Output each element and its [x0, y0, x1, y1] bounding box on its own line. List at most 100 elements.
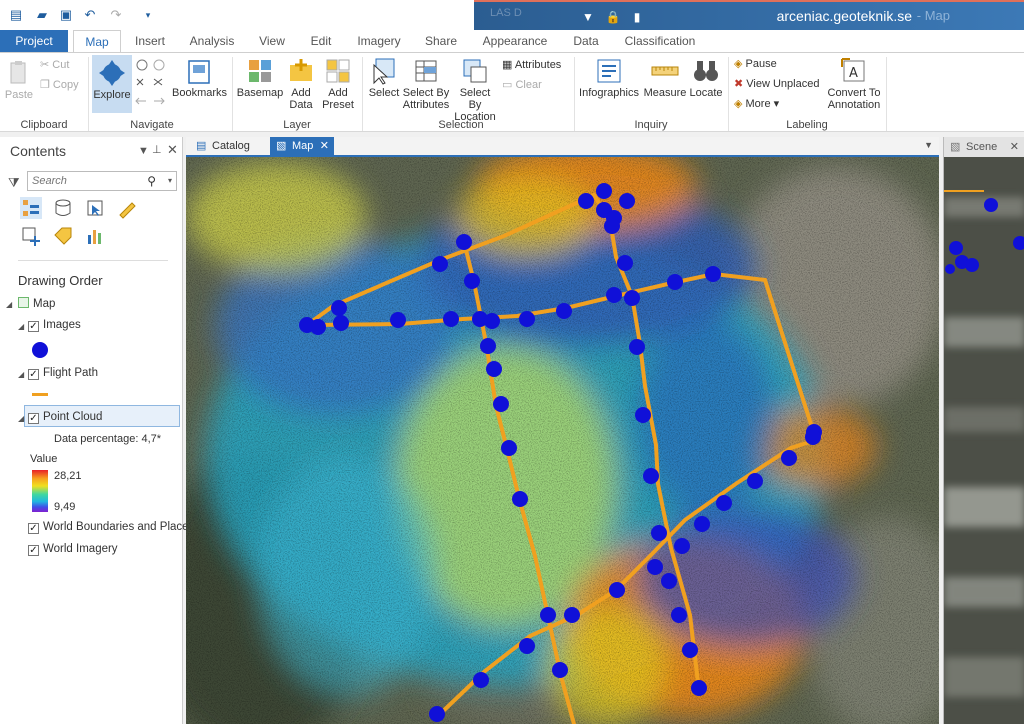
select-button[interactable]: Select — [366, 55, 402, 99]
dropdown-icon[interactable]: ▼ — [580, 9, 596, 25]
add-data-icon — [290, 59, 312, 81]
images-checkbox[interactable]: ✓ — [28, 321, 39, 332]
list-by-source-icon[interactable] — [52, 197, 74, 219]
cut-button[interactable]: ✂ Cut — [40, 59, 69, 72]
close-tab-icon[interactable]: ✕ — [320, 137, 329, 155]
locate-button[interactable]: Locate — [688, 55, 724, 99]
tab-list-dropdown-icon[interactable]: ▼ — [924, 140, 933, 150]
redo-icon[interactable]: ↷ — [108, 7, 124, 23]
search-box[interactable]: ⚲ ▾ — [27, 171, 177, 191]
map-view-icon: ▧ — [276, 140, 287, 152]
more-icon: ◈ — [734, 98, 746, 110]
map-canvas[interactable] — [186, 157, 939, 724]
ribbon-tabs: Project Map Insert Analysis View Edit Im… — [0, 30, 1024, 53]
paste-label: Paste — [4, 89, 34, 101]
list-by-editing-icon[interactable] — [116, 197, 138, 219]
bookmarks-button[interactable]: Bookmarks — [172, 55, 228, 99]
paste-button[interactable]: Paste — [4, 59, 34, 101]
layer-point-cloud[interactable]: ✓ Point Cloud — [28, 411, 102, 424]
tab-classification[interactable]: Classification — [618, 30, 702, 52]
data-percentage-text: Data percentage: 4,7* — [54, 433, 162, 445]
customize-qat-icon[interactable]: ▾ — [140, 7, 156, 23]
dropdown-icon[interactable]: ▼ — [138, 145, 149, 157]
close-scene-icon[interactable]: ✕ — [1010, 137, 1019, 157]
select-by-attributes-icon — [415, 60, 437, 82]
tab-share[interactable]: Share — [418, 30, 464, 52]
tab-insert[interactable]: Insert — [128, 30, 172, 52]
filter-icon[interactable]: ⧩ — [8, 175, 20, 191]
undo-icon[interactable]: ↶ — [82, 7, 98, 23]
close-icon[interactable]: ✕ — [167, 142, 178, 158]
select-by-location-icon — [463, 59, 487, 83]
copy-label: Copy — [52, 79, 79, 91]
expand-caret-icon[interactable]: ◢ — [6, 300, 12, 309]
tab-edit[interactable]: Edit — [302, 30, 340, 52]
catalog-icon: ▤ — [196, 140, 207, 152]
tab-data[interactable]: Data — [566, 30, 606, 52]
convert-to-annotation-button[interactable]: A Convert To Annotation — [824, 55, 884, 111]
layer-images[interactable]: ✓ Images — [28, 319, 81, 332]
tab-scene[interactable]: ▧ Scene ✕ — [944, 137, 1024, 157]
layer-flight-path[interactable]: ✓ Flight Path — [28, 367, 98, 380]
pause-label: Pause — [745, 58, 777, 70]
add-data-button[interactable]: Add Data — [284, 55, 318, 111]
signal-icon: ▮ — [633, 10, 641, 24]
contents-pane: Contents ▼ ⊥ ✕ ⧩ ⚲ ▾ Drawing Order ◢ Map… — [0, 137, 194, 724]
copy-button[interactable]: ❐ Copy — [40, 79, 79, 92]
pin-icon[interactable]: ⊥ — [152, 143, 162, 156]
navigate-small-tools[interactable] — [134, 57, 168, 111]
expand-caret-icon[interactable]: ◢ — [18, 370, 24, 379]
scene-view[interactable] — [944, 157, 1024, 724]
group-label-clipboard: Clipboard — [20, 119, 68, 131]
attributes-button[interactable]: ▦ Attributes — [502, 59, 561, 72]
tab-appearance[interactable]: Appearance — [476, 30, 554, 52]
open-folder-icon[interactable]: ▰ — [34, 7, 50, 23]
basemap-button[interactable]: Basemap — [236, 55, 284, 99]
infographics-label: Infographics — [579, 87, 639, 99]
search-options-icon[interactable]: ▾ — [168, 176, 172, 185]
world-imagery-checkbox[interactable]: ✓ — [28, 545, 39, 556]
world-boundaries-checkbox[interactable]: ✓ — [28, 523, 39, 534]
pause-button[interactable]: ◈ Pause — [734, 58, 777, 71]
view-unplaced-button[interactable]: ✖ View Unplaced — [734, 78, 819, 91]
flight-path-checkbox[interactable]: ✓ — [28, 369, 39, 380]
bookmarks-label: Bookmarks — [172, 87, 228, 99]
list-by-drawing-order-icon[interactable] — [20, 197, 42, 219]
save-icon[interactable]: ▣ — [58, 7, 74, 23]
tab-map-view[interactable]: ▧ Map ✕ — [270, 137, 334, 155]
tab-imagery[interactable]: Imagery — [350, 30, 408, 52]
infographics-button[interactable]: Infographics — [578, 55, 640, 99]
more-button[interactable]: ◈ More ▾ — [734, 98, 779, 111]
tab-map[interactable]: Map — [73, 30, 121, 53]
expand-caret-icon[interactable]: ◢ — [18, 414, 24, 423]
layer-world-imagery[interactable]: ✓ World Imagery — [28, 543, 118, 556]
tab-catalog[interactable]: ▤ Catalog — [190, 137, 268, 155]
add-preset-button[interactable]: Add Preset — [320, 55, 356, 111]
layer-map[interactable]: Map — [18, 297, 55, 310]
tab-scene-label: Scene — [966, 141, 998, 153]
map-view[interactable] — [186, 157, 939, 724]
cut-icon: ✂ — [40, 59, 53, 71]
tab-project[interactable]: Project — [0, 30, 68, 52]
search-input[interactable] — [28, 172, 146, 190]
list-by-labeling-icon[interactable] — [52, 225, 74, 247]
search-icon[interactable]: ⚲ — [147, 174, 156, 188]
expand-caret-icon[interactable]: ◢ — [18, 322, 24, 331]
list-by-charts-icon[interactable] — [84, 225, 106, 247]
explore-icon — [99, 60, 125, 86]
layer-world-boundaries[interactable]: ✓ World Boundaries and Places — [28, 521, 194, 534]
clear-button[interactable]: ▭ Clear — [502, 79, 542, 92]
lock-icon[interactable]: 🔒 — [605, 9, 621, 25]
list-by-selection-icon[interactable] — [84, 197, 106, 219]
clear-label: Clear — [515, 79, 542, 91]
tab-view[interactable]: View — [250, 30, 294, 52]
select-by-location-button[interactable]: Select By Location — [452, 55, 498, 123]
explore-button[interactable]: Explore — [92, 55, 132, 113]
point-cloud-checkbox[interactable]: ✓ — [28, 413, 39, 424]
tab-analysis[interactable]: Analysis — [182, 30, 242, 52]
list-by-snapping-icon[interactable] — [20, 225, 42, 247]
measure-button[interactable]: Measure — [642, 55, 688, 99]
new-project-icon[interactable]: ▤ — [8, 7, 24, 23]
select-by-attributes-button[interactable]: Select By Attributes — [402, 55, 450, 111]
map-icon — [18, 297, 29, 308]
